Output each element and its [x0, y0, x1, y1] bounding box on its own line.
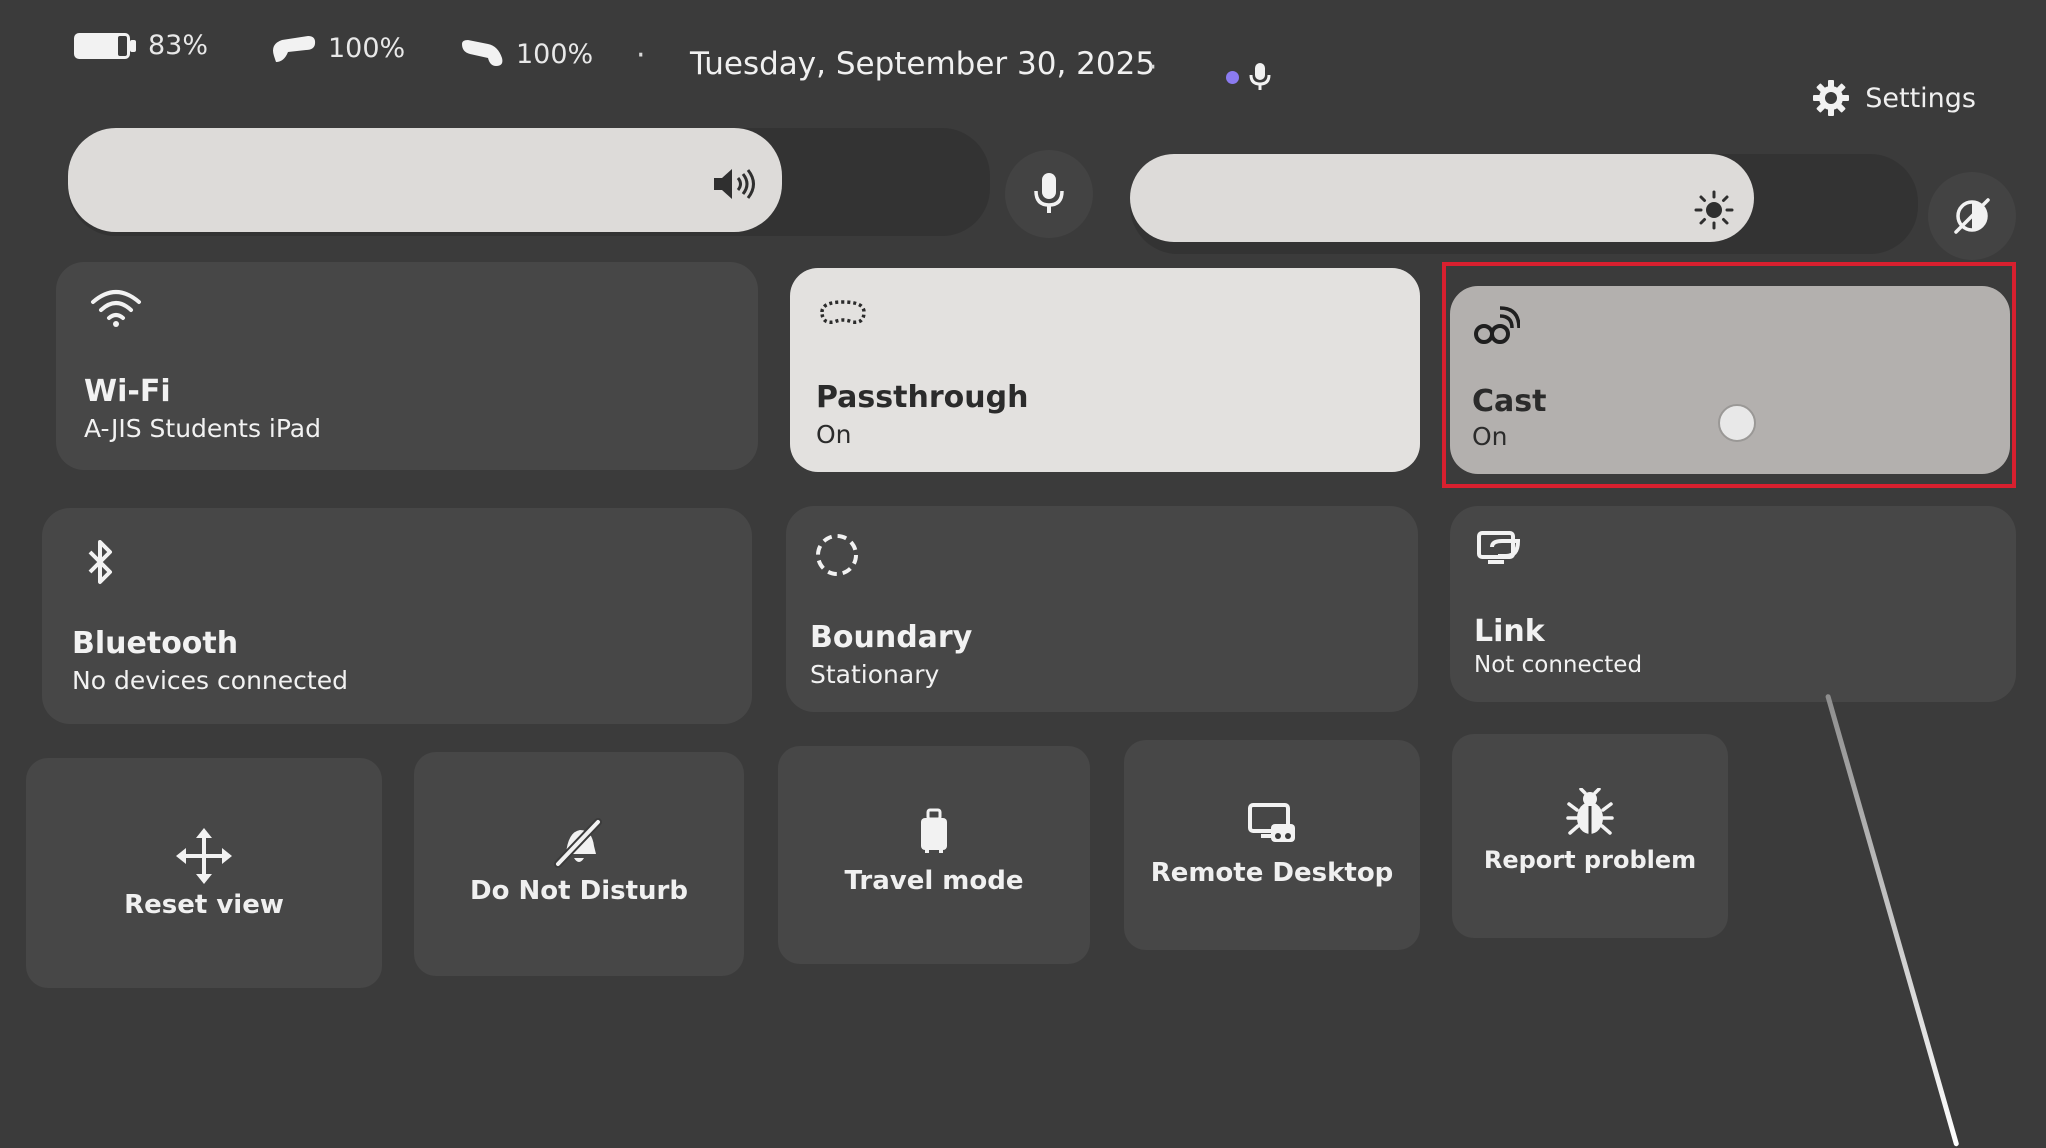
remote-desktop-label: Remote Desktop: [1150, 858, 1394, 888]
passthrough-title: Passthrough: [816, 380, 1029, 415]
controller-left-icon: [273, 36, 316, 62]
mic-icon: [1249, 63, 1271, 90]
remote-desktop-icon: [1248, 803, 1295, 842]
bluetooth-tile[interactable]: Bluetooth No devices connected: [42, 508, 752, 724]
passthrough-icon: [820, 300, 866, 325]
auto-brightness-off-icon: [1954, 198, 1990, 234]
right-controller-battery: 100%: [458, 38, 593, 70]
report-problem-tile[interactable]: Report problem: [1452, 734, 1728, 938]
auto-brightness-button[interactable]: [1928, 172, 2016, 260]
travel-mode-label: Travel mode: [844, 866, 1024, 896]
link-title: Link: [1474, 614, 1545, 649]
left-controller-battery-text: 100%: [328, 32, 406, 64]
status-separator: ·: [1148, 50, 1158, 85]
date-text: Tuesday, September 30, 2025: [690, 46, 1156, 82]
bluetooth-title: Bluetooth: [72, 626, 239, 661]
volume-slider-fill[interactable]: [68, 128, 782, 232]
do-not-disturb-tile[interactable]: Do Not Disturb: [414, 752, 744, 976]
wifi-icon: [91, 290, 141, 327]
bug-icon: [1566, 788, 1614, 835]
wifi-tile[interactable]: Wi-Fi A-JIS Students iPad: [56, 262, 758, 470]
remote-desktop-tile[interactable]: Remote Desktop: [1124, 740, 1420, 950]
settings-label: Settings: [1865, 82, 1976, 114]
brightness-slider-fill[interactable]: [1130, 154, 1754, 242]
right-controller-battery-text: 100%: [516, 38, 594, 70]
battery-icon: [74, 32, 136, 59]
boundary-subtitle: Stationary: [810, 660, 940, 689]
passthrough-subtitle: On: [816, 420, 852, 449]
controller-right-icon: [462, 40, 503, 66]
wifi-subtitle: A-JIS Students iPad: [84, 414, 321, 443]
bluetooth-subtitle: No devices connected: [72, 666, 348, 695]
left-controller-battery: 100%: [268, 32, 405, 64]
reset-view-tile[interactable]: Reset view: [26, 758, 382, 988]
mic-active-dot: [1226, 70, 1239, 84]
luggage-icon: [921, 808, 947, 853]
status-separator: ·: [636, 38, 646, 73]
link-tile[interactable]: Link Not connected: [1450, 506, 2016, 702]
headset-battery: 83%: [72, 30, 208, 61]
boundary-title: Boundary: [810, 620, 973, 655]
mic-indicator: [1226, 62, 1271, 92]
report-problem-label: Report problem: [1483, 846, 1697, 874]
boundary-tile[interactable]: Boundary Stationary: [786, 506, 1418, 712]
move-arrows-icon: [176, 828, 232, 884]
controller-pointer-ray: [1825, 693, 1960, 1147]
volume-icon: [714, 169, 755, 199]
do-not-disturb-label: Do Not Disturb: [470, 876, 688, 906]
cast-highlight-box: [1442, 262, 2016, 488]
wifi-title: Wi-Fi: [84, 374, 171, 409]
passthrough-tile[interactable]: Passthrough On: [790, 268, 1420, 472]
link-icon: [1477, 531, 1521, 564]
travel-mode-tile[interactable]: Travel mode: [778, 746, 1090, 964]
link-subtitle: Not connected: [1474, 652, 1643, 678]
microphone-button[interactable]: [1005, 150, 1093, 238]
bluetooth-icon: [88, 540, 112, 584]
headset-battery-text: 83%: [148, 30, 209, 61]
settings-button[interactable]: Settings: [1811, 78, 1976, 118]
microphone-icon: [1034, 173, 1064, 213]
gear-icon: [1813, 80, 1850, 116]
reset-view-label: Reset view: [124, 890, 284, 920]
notifications-off-icon: [554, 818, 602, 868]
boundary-icon: [816, 534, 858, 576]
brightness-icon: [1694, 190, 1734, 230]
